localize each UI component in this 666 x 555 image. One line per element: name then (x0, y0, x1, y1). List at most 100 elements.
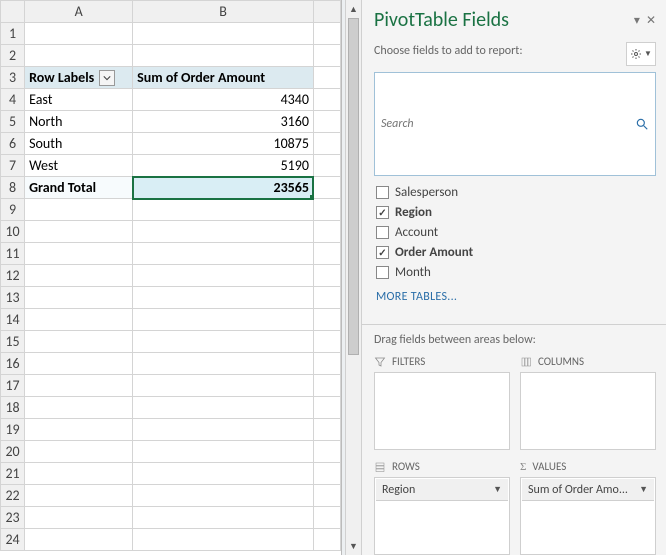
cell[interactable] (313, 45, 340, 67)
cell[interactable] (25, 45, 133, 67)
cell[interactable] (313, 155, 340, 177)
pivot-row-label[interactable]: East (25, 89, 133, 111)
cell[interactable] (313, 199, 340, 221)
cell[interactable] (25, 221, 133, 243)
cell[interactable] (133, 287, 314, 309)
cell[interactable] (313, 485, 340, 507)
cell[interactable] (25, 441, 133, 463)
checkbox[interactable] (376, 226, 389, 239)
cell[interactable] (25, 507, 133, 529)
chevron-down-icon[interactable]: ▼ (493, 484, 502, 495)
cell[interactable] (313, 177, 340, 199)
cell[interactable] (133, 23, 314, 45)
cell[interactable] (313, 243, 340, 265)
scroll-track[interactable] (346, 18, 361, 537)
filters-dropzone[interactable] (374, 372, 510, 450)
cell[interactable] (313, 221, 340, 243)
cell[interactable] (25, 309, 133, 331)
cell[interactable] (313, 89, 340, 111)
cell[interactable] (133, 507, 314, 529)
cell[interactable] (313, 463, 340, 485)
row-header[interactable]: 10 (1, 221, 25, 243)
cell[interactable] (313, 265, 340, 287)
row-header[interactable]: 1 (1, 23, 25, 45)
row-header[interactable]: 15 (1, 331, 25, 353)
cell[interactable] (313, 397, 340, 419)
field-row-account[interactable]: Account (376, 222, 656, 242)
cell[interactable] (133, 485, 314, 507)
pivot-row-labels-header[interactable]: Row Labels (25, 67, 133, 89)
field-search[interactable] (374, 72, 656, 176)
pivot-row-value[interactable]: 5190 (133, 155, 314, 177)
row-header[interactable]: 21 (1, 463, 25, 485)
field-row-month[interactable]: Month (376, 262, 656, 282)
row-labels-filter-button[interactable] (99, 70, 115, 86)
close-icon[interactable]: ✕ (646, 13, 656, 28)
row-header[interactable]: 12 (1, 265, 25, 287)
col-header-a[interactable]: A (25, 1, 133, 23)
cell[interactable] (133, 331, 314, 353)
more-tables-link[interactable]: MORE TABLES... (376, 290, 656, 304)
row-header[interactable]: 8 (1, 177, 25, 199)
grand-total-label[interactable]: Grand Total (25, 177, 133, 199)
pivot-row-label[interactable]: North (25, 111, 133, 133)
cell[interactable] (313, 111, 340, 133)
values-dropzone[interactable]: Sum of Order Amo...▼ (520, 477, 656, 555)
row-header[interactable]: 24 (1, 529, 25, 551)
cell[interactable] (25, 485, 133, 507)
cell[interactable] (25, 265, 133, 287)
row-header[interactable]: 11 (1, 243, 25, 265)
scroll-thumb[interactable] (348, 18, 359, 355)
cell[interactable] (25, 397, 133, 419)
row-header[interactable]: 7 (1, 155, 25, 177)
row-header[interactable]: 9 (1, 199, 25, 221)
checkbox[interactable]: ✓ (376, 206, 389, 219)
cell[interactable] (313, 353, 340, 375)
field-row-salesperson[interactable]: Salesperson (376, 182, 656, 202)
row-header[interactable]: 18 (1, 397, 25, 419)
vertical-scrollbar[interactable]: ▲ ▼ (345, 0, 361, 555)
col-header-b[interactable]: B (133, 1, 314, 23)
cell[interactable] (133, 375, 314, 397)
cell[interactable] (313, 287, 340, 309)
rows-item-region[interactable]: Region▼ (376, 479, 508, 501)
cell[interactable] (133, 397, 314, 419)
cell[interactable] (313, 23, 340, 45)
cell[interactable] (133, 243, 314, 265)
cell[interactable] (133, 309, 314, 331)
pivot-value-header[interactable]: Sum of Order Amount (133, 67, 314, 89)
scroll-down-button[interactable]: ▼ (346, 537, 361, 555)
row-header[interactable]: 23 (1, 507, 25, 529)
row-header[interactable]: 20 (1, 441, 25, 463)
field-row-region[interactable]: ✓Region (376, 202, 656, 222)
checkbox[interactable]: ✓ (376, 246, 389, 259)
cell[interactable] (25, 419, 133, 441)
cell[interactable] (313, 507, 340, 529)
cell[interactable] (25, 23, 133, 45)
cell[interactable] (25, 463, 133, 485)
restore-down-icon[interactable]: ▾ (634, 13, 640, 28)
grand-total-value[interactable]: 23565 (133, 177, 314, 199)
cell[interactable] (133, 45, 314, 67)
columns-dropzone[interactable] (520, 372, 656, 450)
cell[interactable] (313, 441, 340, 463)
pivot-row-value[interactable]: 3160 (133, 111, 314, 133)
rows-dropzone[interactable]: Region▼ (374, 477, 510, 555)
chevron-down-icon[interactable]: ▼ (639, 484, 648, 495)
cell[interactable] (25, 331, 133, 353)
row-header[interactable]: 14 (1, 309, 25, 331)
cell[interactable] (25, 243, 133, 265)
row-header[interactable]: 6 (1, 133, 25, 155)
cell[interactable] (25, 353, 133, 375)
pivot-row-value[interactable]: 10875 (133, 133, 314, 155)
cell[interactable] (313, 133, 340, 155)
cell[interactable] (133, 221, 314, 243)
row-header[interactable]: 5 (1, 111, 25, 133)
scroll-up-button[interactable]: ▲ (346, 0, 361, 18)
cell[interactable] (133, 529, 314, 551)
pivot-row-value[interactable]: 4340 (133, 89, 314, 111)
row-header[interactable]: 4 (1, 89, 25, 111)
row-header[interactable]: 13 (1, 287, 25, 309)
field-row-order-amount[interactable]: ✓Order Amount (376, 242, 656, 262)
row-header[interactable]: 3 (1, 67, 25, 89)
